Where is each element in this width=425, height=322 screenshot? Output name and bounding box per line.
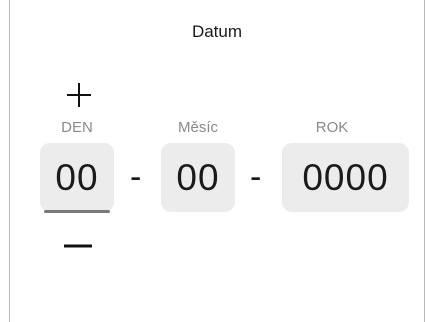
day-increment-button[interactable] [64,80,94,110]
day-decrement-button[interactable] [62,236,94,256]
date-separator: - [250,158,262,196]
day-label: DEN [61,119,93,136]
plus-icon [67,83,91,107]
year-field[interactable]: 0000 [282,143,409,212]
day-value: 00 [55,156,99,198]
year-label: ROK [315,119,349,136]
year-value: 0000 [302,156,389,198]
month-field[interactable]: 00 [161,143,235,212]
minus-icon [64,244,92,248]
day-field[interactable]: 00 [40,143,114,213]
dialog-title: Datum [191,22,243,41]
date-picker-dialog: Datum DEN Měsíc ROK 00 - 00 - 0000 [9,0,425,322]
date-separator: - [130,158,142,196]
month-value: 00 [176,156,220,198]
month-label: Měsíc [177,119,218,136]
